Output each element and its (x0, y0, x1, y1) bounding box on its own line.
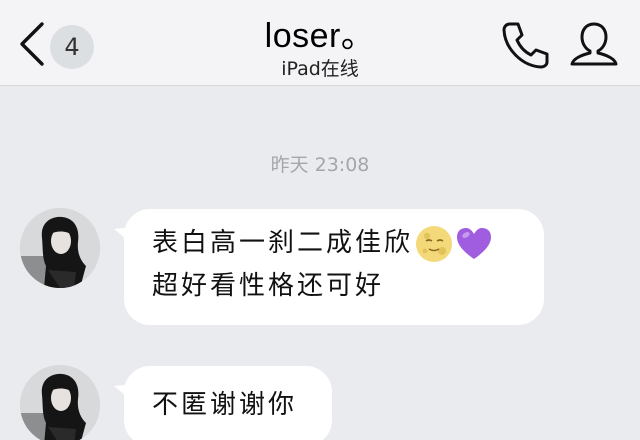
message-line: 超好看性格还可好 (152, 265, 544, 308)
message-bubble[interactable]: 不匿谢谢你 (114, 366, 332, 440)
contact-name: loser。 (264, 17, 376, 55)
full-moon-face-icon (416, 225, 453, 262)
profile-button[interactable] (566, 16, 622, 72)
chevron-left-icon (20, 22, 44, 66)
message-bubble[interactable]: 表白高一刹二成佳欣 超好看性格还可好 (114, 209, 544, 325)
purple-heart-icon (457, 227, 492, 259)
back-button[interactable]: 4 (6, 14, 102, 74)
chat-header: 4 loser。 iPad在线 (0, 0, 640, 86)
contact-avatar[interactable] (20, 208, 100, 288)
phone-icon (502, 22, 549, 69)
message-line: 表白高一刹二成佳欣 (152, 222, 544, 265)
message-text: 超好看性格还可好 (152, 271, 385, 301)
bubble-tail (114, 227, 136, 247)
chat-screen: 4 loser。 iPad在线 昨天 23:08 表白高一刹二成佳欣 超好看性格… (0, 0, 640, 440)
message-timestamp: 昨天 23:08 (270, 154, 370, 176)
unread-count-badge: 4 (50, 25, 94, 69)
user-icon (570, 22, 618, 66)
online-status: iPad在线 (281, 58, 359, 80)
bubble-tail (114, 384, 136, 404)
contact-avatar[interactable] (20, 365, 100, 440)
message-text: 不匿谢谢你 (152, 390, 298, 420)
avatar-photo (20, 208, 100, 288)
call-button[interactable] (496, 16, 552, 72)
message-line: 不匿谢谢你 (152, 384, 332, 427)
avatar-photo (20, 365, 100, 440)
message-text: 表白高一刹二成佳欣 (152, 228, 414, 258)
